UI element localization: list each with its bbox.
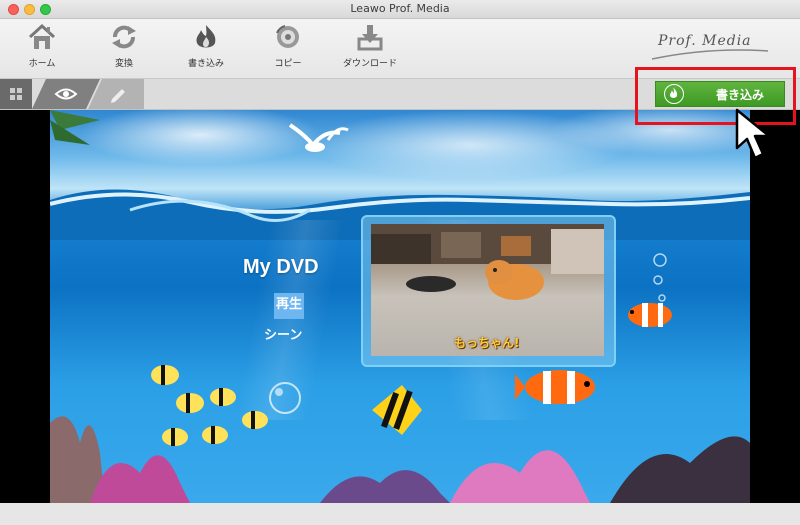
toolbar-download-label: ダウンロード xyxy=(342,59,397,69)
toolbar-home-button[interactable]: ホーム xyxy=(4,23,80,69)
video-thumbnail-caption: もっちゃん! xyxy=(454,336,520,350)
brand-logo: Prof. Media xyxy=(650,29,770,69)
toolbar-convert-button[interactable]: 変換 xyxy=(86,23,162,69)
download-icon xyxy=(357,25,383,51)
toolbar-burn-label: 書き込み xyxy=(187,59,224,69)
dvd-menu-title: My DVD xyxy=(243,256,319,278)
toolbar-download-button[interactable]: ダウンロード xyxy=(332,23,408,69)
toolbar-home-label: ホーム xyxy=(28,59,56,69)
home-icon xyxy=(28,23,56,49)
toolbar-burn-button[interactable]: 書き込み xyxy=(168,23,244,69)
copy-icon xyxy=(276,25,299,48)
dvd-play-button[interactable]: 再生 xyxy=(274,293,304,319)
burn-icon xyxy=(196,25,216,48)
grid-icon xyxy=(10,88,22,100)
toolbar-copy-button[interactable]: コピー xyxy=(250,23,326,69)
eye-icon xyxy=(32,79,100,109)
convert-icon xyxy=(112,25,136,49)
toolbar-convert-label: 変換 xyxy=(114,59,133,69)
mouse-cursor-icon xyxy=(735,108,771,160)
coral-reef-image xyxy=(50,416,750,503)
grid-view-tab[interactable] xyxy=(0,79,32,109)
window-title: Leawo Prof. Media xyxy=(350,2,450,15)
clownfish-small-image xyxy=(628,303,672,327)
title-bar: Leawo Prof. Media xyxy=(0,0,800,19)
bottom-bar xyxy=(0,503,800,525)
seagull-small-image xyxy=(326,127,349,141)
dvd-scene-button[interactable]: シーン xyxy=(264,324,302,343)
palm-leaves-image xyxy=(50,110,100,145)
toolbar-copy-label: コピー xyxy=(274,59,302,69)
preview-tab[interactable] xyxy=(32,79,100,109)
